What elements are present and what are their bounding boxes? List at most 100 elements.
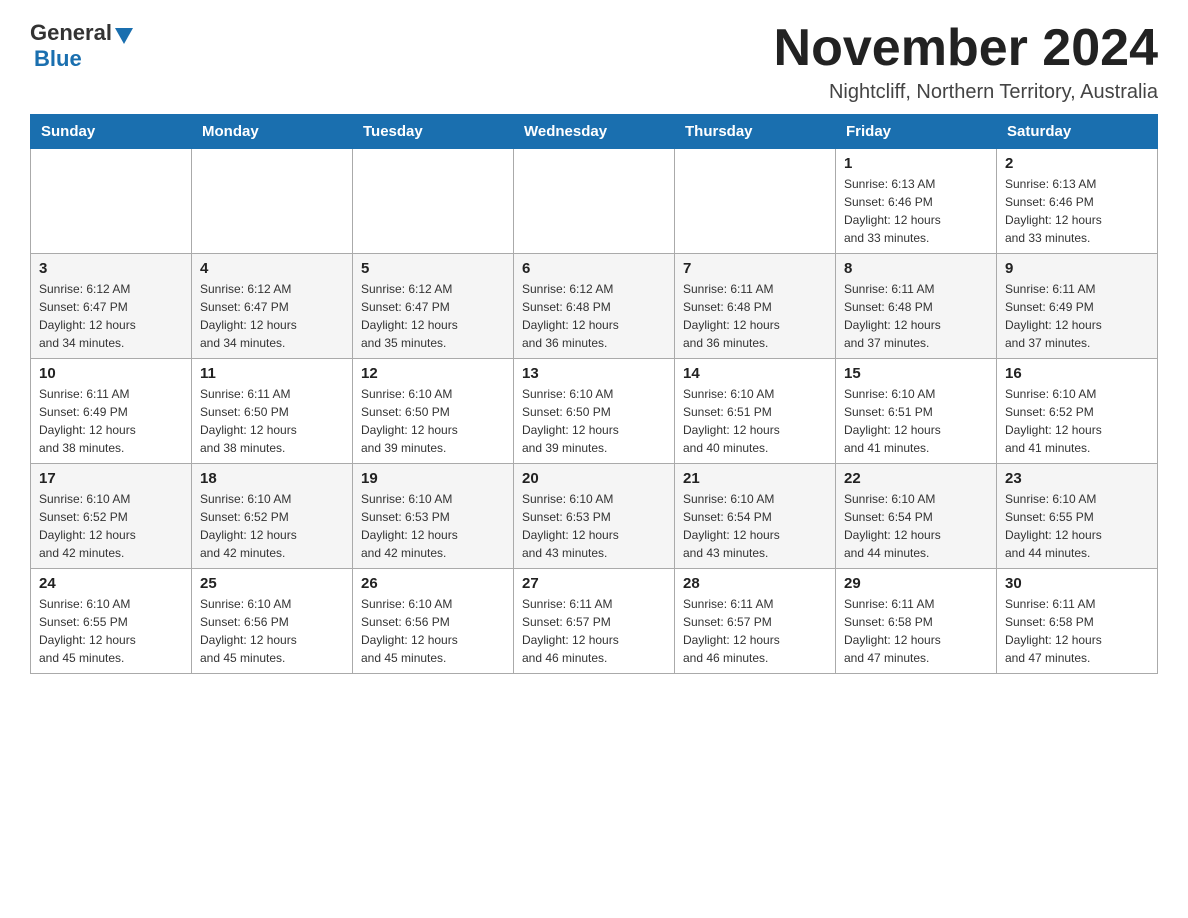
day-number: 20 [522,470,666,487]
calendar-cell [31,149,192,254]
day-info: Sunrise: 6:10 AMSunset: 6:53 PMDaylight:… [522,490,666,562]
day-info: Sunrise: 6:11 AMSunset: 6:48 PMDaylight:… [844,280,988,352]
calendar-cell: 30 Sunrise: 6:11 AMSunset: 6:58 PMDayligh… [997,569,1158,674]
day-number: 4 [200,260,344,277]
day-number: 16 [1005,365,1149,382]
day-info: Sunrise: 6:10 AMSunset: 6:54 PMDaylight:… [844,490,988,562]
page-header: General Blue November 2024 Nightcliff, N… [30,20,1158,104]
day-number: 2 [1005,155,1149,172]
calendar-cell: 20 Sunrise: 6:10 AMSunset: 6:53 PMDayligh… [514,464,675,569]
day-number: 11 [200,365,344,382]
day-number: 19 [361,470,505,487]
calendar-cell: 19 Sunrise: 6:10 AMSunset: 6:53 PMDayligh… [353,464,514,569]
calendar-cell: 18Sunrise: 6:10 AMSunset: 6:52 PMDayligh… [192,464,353,569]
day-info: Sunrise: 6:13 AMSunset: 6:46 PMDaylight:… [1005,175,1149,247]
day-info: Sunrise: 6:11 AMSunset: 6:58 PMDaylight:… [1005,595,1149,667]
day-info: Sunrise: 6:11 AMSunset: 6:50 PMDaylight:… [200,385,344,457]
calendar-cell: 25 Sunrise: 6:10 AMSunset: 6:56 PMDayligh… [192,569,353,674]
day-number: 5 [361,260,505,277]
day-number: 17 [39,470,183,487]
day-info: Sunrise: 6:11 AMSunset: 6:48 PMDaylight:… [683,280,827,352]
calendar-cell: 28Sunrise: 6:11 AMSunset: 6:57 PMDayligh… [675,569,836,674]
calendar-cell: 13 Sunrise: 6:10 AMSunset: 6:50 PMDayligh… [514,359,675,464]
day-info: Sunrise: 6:10 AMSunset: 6:50 PMDaylight:… [522,385,666,457]
day-info: Sunrise: 6:10 AMSunset: 6:52 PMDaylight:… [1005,385,1149,457]
header-saturday: Saturday [997,115,1158,149]
calendar-cell: 15 Sunrise: 6:10 AMSunset: 6:51 PMDayligh… [836,359,997,464]
calendar-cell: 21Sunrise: 6:10 AMSunset: 6:54 PMDayligh… [675,464,836,569]
logo-general-text: General [30,20,112,46]
calendar-cell: 16 Sunrise: 6:10 AMSunset: 6:52 PMDayligh… [997,359,1158,464]
calendar-table: SundayMondayTuesdayWednesdayThursdayFrid… [30,114,1158,674]
calendar-week-row: 1Sunrise: 6:13 AMSunset: 6:46 PMDaylight… [31,149,1158,254]
calendar-cell: 6Sunrise: 6:12 AMSunset: 6:48 PMDaylight… [514,254,675,359]
calendar-cell: 12 Sunrise: 6:10 AMSunset: 6:50 PMDayligh… [353,359,514,464]
day-info: Sunrise: 6:12 AMSunset: 6:47 PMDaylight:… [200,280,344,352]
header-wednesday: Wednesday [514,115,675,149]
calendar-cell [514,149,675,254]
day-info: Sunrise: 6:12 AMSunset: 6:48 PMDaylight:… [522,280,666,352]
day-number: 14 [683,365,827,382]
calendar-cell: 22 Sunrise: 6:10 AMSunset: 6:54 PMDayligh… [836,464,997,569]
day-number: 23 [1005,470,1149,487]
day-info: Sunrise: 6:10 AMSunset: 6:51 PMDaylight:… [844,385,988,457]
logo-blue-text: Blue [34,46,82,72]
day-info: Sunrise: 6:12 AMSunset: 6:47 PMDaylight:… [39,280,183,352]
calendar-cell: 1Sunrise: 6:13 AMSunset: 6:46 PMDaylight… [836,149,997,254]
header-friday: Friday [836,115,997,149]
day-info: Sunrise: 6:10 AMSunset: 6:52 PMDaylight:… [39,490,183,562]
day-number: 24 [39,575,183,592]
day-info: Sunrise: 6:10 AMSunset: 6:56 PMDaylight:… [361,595,505,667]
calendar-cell: 4 Sunrise: 6:12 AMSunset: 6:47 PMDaylight… [192,254,353,359]
calendar-cell: 9 Sunrise: 6:11 AMSunset: 6:49 PMDaylight… [997,254,1158,359]
day-info: Sunrise: 6:11 AMSunset: 6:58 PMDaylight:… [844,595,988,667]
day-number: 26 [361,575,505,592]
day-number: 9 [1005,260,1149,277]
calendar-cell [675,149,836,254]
header-sunday: Sunday [31,115,192,149]
calendar-cell: 17 Sunrise: 6:10 AMSunset: 6:52 PMDayligh… [31,464,192,569]
day-number: 21 [683,470,827,487]
day-number: 22 [844,470,988,487]
day-info: Sunrise: 6:11 AMSunset: 6:57 PMDaylight:… [522,595,666,667]
calendar-cell: 10 Sunrise: 6:11 AMSunset: 6:49 PMDayligh… [31,359,192,464]
day-info: Sunrise: 6:10 AMSunset: 6:55 PMDaylight:… [39,595,183,667]
day-info: Sunrise: 6:10 AMSunset: 6:56 PMDaylight:… [200,595,344,667]
day-info: Sunrise: 6:13 AMSunset: 6:46 PMDaylight:… [844,175,988,247]
day-number: 3 [39,260,183,277]
calendar-week-row: 10 Sunrise: 6:11 AMSunset: 6:49 PMDayligh… [31,359,1158,464]
location-subtitle: Nightcliff, Northern Territory, Australi… [774,81,1158,104]
day-number: 30 [1005,575,1149,592]
calendar-cell: 14 Sunrise: 6:10 AMSunset: 6:51 PMDayligh… [675,359,836,464]
day-info: Sunrise: 6:10 AMSunset: 6:53 PMDaylight:… [361,490,505,562]
calendar-cell: 7 Sunrise: 6:11 AMSunset: 6:48 PMDaylight… [675,254,836,359]
header-tuesday: Tuesday [353,115,514,149]
calendar-cell: 11 Sunrise: 6:11 AMSunset: 6:50 PMDayligh… [192,359,353,464]
day-number: 15 [844,365,988,382]
calendar-week-row: 24 Sunrise: 6:10 AMSunset: 6:55 PMDayligh… [31,569,1158,674]
calendar-cell: 5Sunrise: 6:12 AMSunset: 6:47 PMDaylight… [353,254,514,359]
logo: General Blue [30,20,133,72]
day-number: 28 [683,575,827,592]
day-info: Sunrise: 6:10 AMSunset: 6:50 PMDaylight:… [361,385,505,457]
calendar-week-row: 3 Sunrise: 6:12 AMSunset: 6:47 PMDaylight… [31,254,1158,359]
calendar-cell: 3 Sunrise: 6:12 AMSunset: 6:47 PMDaylight… [31,254,192,359]
calendar-cell: 29Sunrise: 6:11 AMSunset: 6:58 PMDayligh… [836,569,997,674]
day-number: 12 [361,365,505,382]
calendar-cell: 2 Sunrise: 6:13 AMSunset: 6:46 PMDaylight… [997,149,1158,254]
calendar-cell [192,149,353,254]
day-info: Sunrise: 6:11 AMSunset: 6:49 PMDaylight:… [39,385,183,457]
day-number: 27 [522,575,666,592]
day-number: 25 [200,575,344,592]
day-info: Sunrise: 6:10 AMSunset: 6:51 PMDaylight:… [683,385,827,457]
calendar-cell: 27 Sunrise: 6:11 AMSunset: 6:57 PMDayligh… [514,569,675,674]
day-number: 13 [522,365,666,382]
day-number: 10 [39,365,183,382]
day-info: Sunrise: 6:11 AMSunset: 6:49 PMDaylight:… [1005,280,1149,352]
day-info: Sunrise: 6:10 AMSunset: 6:55 PMDaylight:… [1005,490,1149,562]
day-number: 8 [844,260,988,277]
day-number: 7 [683,260,827,277]
calendar-cell: 24 Sunrise: 6:10 AMSunset: 6:55 PMDayligh… [31,569,192,674]
calendar-cell: 26 Sunrise: 6:10 AMSunset: 6:56 PMDayligh… [353,569,514,674]
header-monday: Monday [192,115,353,149]
